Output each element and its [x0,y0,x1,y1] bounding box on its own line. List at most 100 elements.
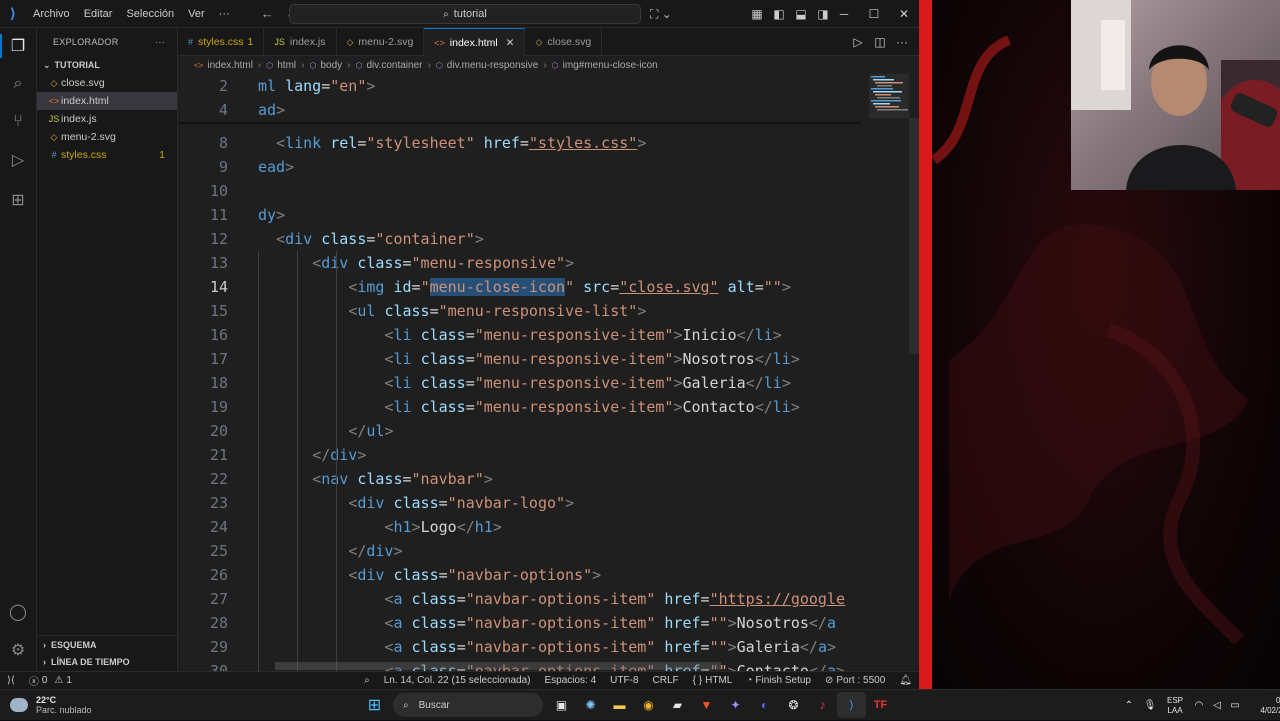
code-line[interactable]: <div class="menu-responsive"> [258,251,574,275]
explorer-icon[interactable]: ❐ [0,34,30,58]
code-line[interactable]: <a class="navbar-options-item" href="">N… [258,611,836,635]
code-line[interactable]: </div> [258,443,366,467]
clock[interactable]: 00:59 4/02/2026 [1244,696,1280,716]
volume-icon[interactable]: ◁ [1208,700,1226,711]
show-hidden-icons-icon[interactable]: ⌃ [1118,700,1140,711]
language-mode[interactable]: { } HTML [686,675,740,686]
weather-widget[interactable]: 22°C Parc. nublado [0,695,200,715]
code-line[interactable]: <div class="container"> [258,227,484,251]
breadcrumb-item[interactable]: index.html [207,60,253,71]
breadcrumb-item[interactable]: div.menu-responsive [447,60,539,71]
split-editor-icon[interactable]: ◫ [869,35,891,49]
menu-ver[interactable]: Ver [181,8,212,20]
vscode-taskbar-icon[interactable]: ⟩ [837,692,866,718]
toggle-sidebar-icon[interactable]: ◧ [768,7,790,21]
indentation[interactable]: Espacios: 4 [537,675,603,686]
code-line[interactable]: <li class="menu-responsive-item">Galeria… [258,371,790,395]
search-icon[interactable]: ⌕ [6,72,30,96]
command-center-search[interactable]: ⌕ tutorial [289,4,641,24]
remote-indicator[interactable]: ⟩⟨ [0,675,22,686]
breadcrumb-item[interactable]: div.container [367,60,423,71]
extensions-icon[interactable]: ⊞ [6,188,30,212]
minimap[interactable] [861,74,909,671]
horizontal-scrollbar[interactable] [275,662,721,670]
code-line[interactable]: </ul> [258,419,393,443]
run-icon[interactable]: ▷ [847,35,869,49]
code-line[interactable]: <img id="menu-close-icon" src="close.svg… [258,275,791,299]
language-indicator[interactable]: ESP LAA [1160,696,1190,716]
menu-archivo[interactable]: Archivo [26,8,77,20]
tiktok-icon[interactable]: ♪ [808,692,837,718]
menu-more[interactable]: ··· [212,8,237,20]
code-line[interactable]: <link rel="stylesheet" href="styles.css"… [258,131,646,155]
more-actions-icon[interactable]: ··· [155,37,165,47]
problems-indicator[interactable]: ⓧ 0 ⚠ 1 [22,673,79,688]
file-item[interactable]: ◇ close.svg [37,74,177,92]
back-arrow-icon[interactable]: ← [255,6,280,21]
copilot-app-icon[interactable]: ✺ [576,692,605,718]
code-line[interactable]: <a class="navbar-options-item" href="htt… [258,587,845,611]
copilot-icon[interactable]: ⛶ ⌄ [650,0,672,28]
end-of-line[interactable]: CRLF [646,675,686,686]
cursor-position[interactable]: Ln. 14, Col. 22 (15 seleccionada) [377,675,538,686]
chrome-icon[interactable]: ◉ [634,692,663,718]
toggle-panel-icon[interactable]: ⬓ [790,7,812,21]
close-window-icon[interactable]: ✕ [889,7,919,21]
vertical-scrollbar[interactable] [909,118,919,354]
tf-app-icon[interactable]: TF [866,692,895,718]
tab-menu-2-svg[interactable]: ◇ menu-2.svg [337,28,425,56]
tab-index-js[interactable]: JS index.js [264,28,337,56]
code-editor[interactable]: 2 ml lang="en"> 4 ad> 8 <link rel="styleshee… [178,74,861,671]
minimize-icon[interactable]: ─ [829,7,859,21]
file-item[interactable]: # styles.css 1 [37,146,177,164]
code-line[interactable]: <h1>Logo</h1> [258,515,501,539]
code-line[interactable]: <a class="navbar-options-item" href="">G… [258,635,836,659]
code-line[interactable]: <nav class="navbar"> [258,467,493,491]
windows-start-icon[interactable]: ⊞ [360,692,389,718]
run-debug-icon[interactable]: ▷ [6,148,30,172]
taskbar-search[interactable]: ⌕ Buscar [393,693,543,717]
settings-gear-icon[interactable]: ⚙ [6,638,30,662]
live-server-port[interactable]: ⊘ Port : 5500 [818,675,892,686]
maximize-icon[interactable]: ☐ [859,7,889,21]
file-item[interactable]: <> index.html [37,92,177,110]
code-line[interactable]: <div class="navbar-options"> [258,563,601,587]
code-line[interactable]: <ul class="menu-responsive-list"> [258,299,646,323]
file-item[interactable]: JS index.js [37,110,177,128]
breadcrumb-item[interactable]: img#menu-close-icon [563,60,658,71]
menu-seleccion[interactable]: Selección [119,8,181,20]
tab-index-html[interactable]: <> index.html ✕ [424,28,526,56]
section-linea-de-tiempo[interactable]: › LÍNEA DE TIEMPO [37,653,178,671]
code-line[interactable]: <div class="navbar-logo"> [258,491,574,515]
code-line[interactable]: <li class="menu-responsive-item">Contact… [258,395,799,419]
extension-app-icon[interactable]: ✦ [721,692,750,718]
code-line[interactable]: ad> [258,98,285,122]
code-line[interactable]: </div> [258,539,402,563]
customize-layout-icon[interactable]: ▦ [746,7,768,21]
task-view-icon[interactable]: ▣ [547,692,576,718]
account-icon[interactable]: ◯ [6,600,30,624]
file-item[interactable]: ◇ menu-2.svg [37,128,177,146]
file-explorer-icon[interactable]: ▬ [605,692,634,718]
notifications-bell-icon[interactable]: 🔔︎ [892,675,919,686]
menu-editar[interactable]: Editar [77,8,120,20]
tab-styles-css[interactable]: # styles.css 1 [178,28,265,56]
wifi-icon[interactable]: ◠ [1190,700,1208,711]
breadcrumb-item[interactable]: html [277,60,296,71]
tab-close-svg[interactable]: ◇ close.svg [525,28,603,56]
more-actions-icon[interactable]: ··· [891,35,913,49]
breadcrumb-item[interactable]: body [320,60,342,71]
code-line[interactable]: dy> [258,203,285,227]
folder-tutorial[interactable]: ⌄ TUTORIAL [37,56,177,74]
finish-setup[interactable]: ◔ Finish Setup [739,675,818,686]
close-tab-icon[interactable]: ✕ [506,37,515,49]
terminal-icon[interactable]: ▰ [663,692,692,718]
discord-icon[interactable]: ◐ [750,692,779,718]
microphone-icon[interactable]: 🎙︎ [1140,700,1160,711]
code-line[interactable]: <li class="menu-responsive-item">Nosotro… [258,347,799,371]
chatgpt-icon[interactable]: ❂ [779,692,808,718]
battery-icon[interactable]: ▭ [1226,700,1244,711]
source-control-icon[interactable]: ⑂ [6,110,30,134]
code-line[interactable]: ead> [258,155,294,179]
section-esquema[interactable]: › ESQUEMA [37,635,178,653]
